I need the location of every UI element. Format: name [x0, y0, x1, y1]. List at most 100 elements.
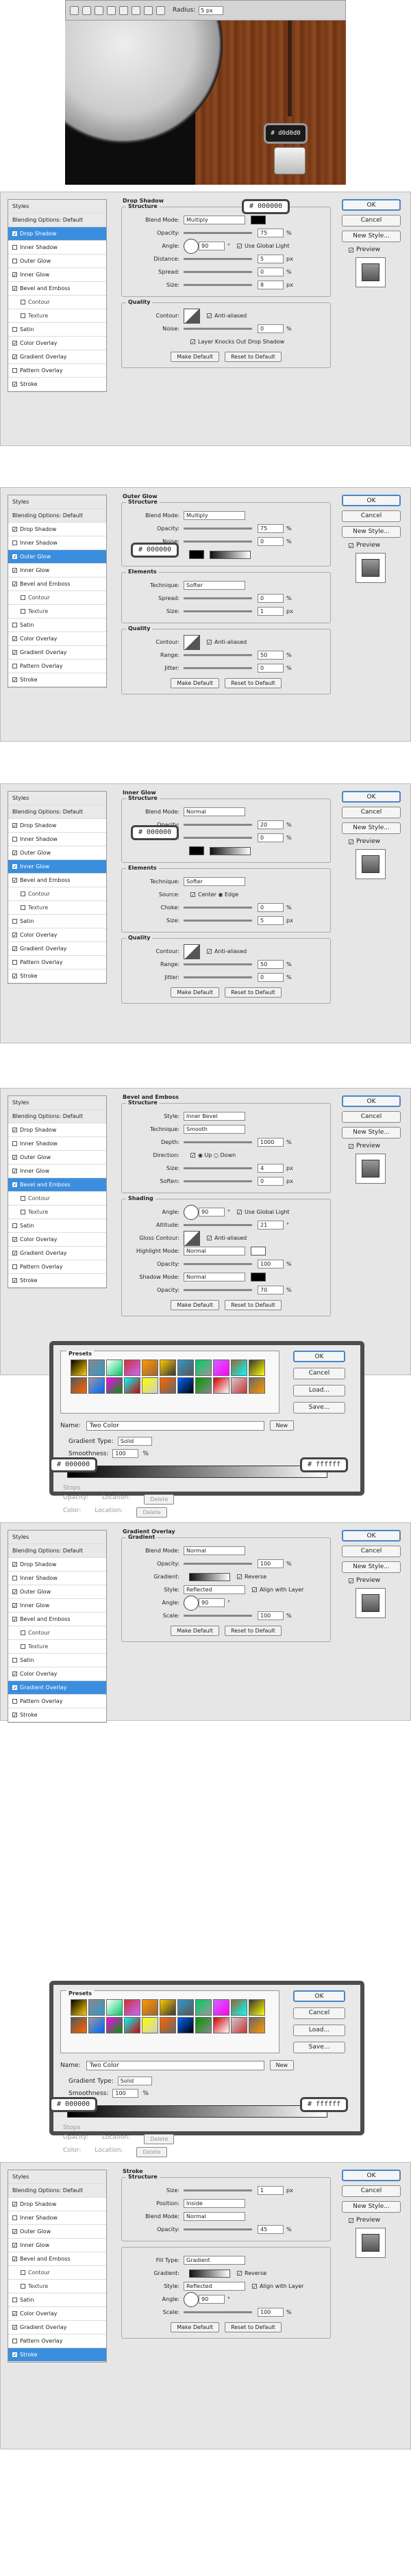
style-item-outer-glow[interactable]: Outer Glow — [8, 2225, 106, 2239]
option-slider[interactable] — [184, 1141, 252, 1143]
gradient-picker[interactable] — [189, 1572, 230, 1581]
style-item-bevel-and-emboss[interactable]: Bevel and Emboss — [8, 282, 106, 296]
style-item-stroke[interactable]: Stroke — [8, 378, 106, 391]
new-style-button[interactable]: New Style... — [342, 2201, 401, 2213]
option-select[interactable]: Inner Bevel — [184, 1112, 245, 1121]
style-checkbox[interactable] — [21, 1630, 25, 1635]
delete-button[interactable]: Delete — [144, 1494, 175, 1505]
style-item-satin[interactable]: Satin — [8, 2293, 106, 2307]
angle-dial-icon[interactable] — [184, 238, 199, 254]
option-value[interactable]: 90 — [199, 1598, 225, 1607]
gradient-preset[interactable] — [142, 2017, 158, 2033]
style-checkbox[interactable] — [12, 286, 17, 291]
pen-icon[interactable] — [95, 5, 103, 15]
gradient-preset[interactable] — [177, 1377, 194, 1394]
style-checkbox[interactable] — [21, 1210, 25, 1214]
option-checkbox[interactable]: ◉ Up ○ Down — [190, 1152, 236, 1158]
option-select[interactable]: Softer — [184, 877, 245, 886]
style-checkbox[interactable] — [12, 327, 17, 332]
option-checkbox[interactable]: Use Global Light — [237, 1209, 290, 1215]
style-item-gradient-overlay[interactable]: Gradient Overlay — [8, 2321, 106, 2334]
style-item-contour[interactable]: Contour — [8, 296, 106, 309]
style-checkbox[interactable] — [12, 1155, 17, 1160]
gradient-preset[interactable] — [124, 1999, 140, 2016]
color-swatch[interactable] — [251, 1273, 266, 1282]
option-value[interactable]: 5 — [258, 916, 284, 925]
style-item-drop-shadow[interactable]: Drop Shadow — [8, 1123, 106, 1137]
style-item-pattern-overlay[interactable]: Pattern Overlay — [8, 2334, 106, 2348]
style-item-inner-shadow[interactable]: Inner Shadow — [8, 1137, 106, 1151]
style-checkbox[interactable] — [12, 864, 17, 869]
option-value[interactable]: 5 — [258, 255, 284, 263]
style-checkbox[interactable] — [12, 2352, 17, 2357]
option-value[interactable]: 8 — [258, 281, 284, 289]
make-default-button[interactable]: Make Default — [171, 1300, 220, 1310]
option-slider[interactable] — [184, 232, 252, 234]
gradient-preset[interactable] — [142, 1999, 158, 2016]
style-item-contour[interactable]: Contour — [8, 591, 106, 605]
option-checkbox[interactable]: Reverse — [237, 2270, 266, 2276]
checkbox-icon[interactable] — [237, 2271, 242, 2276]
style-item-drop-shadow[interactable]: Drop Shadow — [8, 819, 106, 833]
style-item-satin[interactable]: Satin — [8, 915, 106, 928]
option-value[interactable]: 0 — [258, 324, 284, 333]
color-swatch[interactable] — [251, 1247, 266, 1256]
gradient-preset[interactable] — [213, 1377, 229, 1394]
option-value[interactable]: 4 — [258, 1164, 284, 1173]
option-slider[interactable] — [184, 1224, 252, 1226]
gradient-preset[interactable] — [124, 1377, 140, 1394]
style-item-satin[interactable]: Satin — [8, 619, 106, 632]
style-checkbox[interactable] — [21, 905, 25, 910]
gradient-preset[interactable] — [213, 1999, 229, 2016]
style-item-color-overlay[interactable]: Color Overlay — [8, 1667, 106, 1681]
save-button[interactable]: Save... — [293, 1402, 345, 1414]
checkbox-icon[interactable] — [349, 1578, 353, 1583]
option-value[interactable]: 50 — [258, 960, 284, 969]
option-select[interactable]: Normal — [184, 1546, 245, 1555]
style-checkbox[interactable] — [12, 664, 17, 668]
style-item-gradient-overlay[interactable]: Gradient Overlay — [8, 1681, 106, 1695]
new-style-button[interactable]: New Style... — [342, 526, 401, 538]
smoothness-input[interactable]: 100 — [112, 1449, 139, 1458]
new-style-button[interactable]: New Style... — [342, 1127, 401, 1139]
option-slider[interactable] — [184, 2228, 252, 2230]
option-value[interactable]: 0 — [258, 664, 284, 673]
delete-button[interactable]: Delete — [136, 1507, 167, 1518]
style-checkbox[interactable] — [21, 609, 25, 614]
gradient-preset[interactable] — [249, 1377, 265, 1394]
style-item-outer-glow[interactable]: Outer Glow — [8, 1585, 106, 1599]
ok-button[interactable]: OK — [342, 1530, 401, 1541]
option-checkbox[interactable]: Layer Knocks Out Drop Shadow — [190, 339, 284, 345]
style-checkbox[interactable] — [12, 636, 17, 641]
contour-picker[interactable] — [184, 634, 200, 650]
style-item-outer-glow[interactable]: Outer Glow — [8, 846, 106, 860]
style-checkbox[interactable] — [21, 1644, 25, 1649]
custom-shape-icon[interactable] — [156, 5, 165, 15]
style-item-bevel-and-emboss[interactable]: Bevel and Emboss — [8, 577, 106, 591]
ellipse-icon[interactable] — [119, 5, 128, 15]
style-checkbox[interactable] — [12, 823, 17, 828]
style-item-drop-shadow[interactable]: Drop Shadow — [8, 2198, 106, 2211]
gradient-preset[interactable] — [177, 1999, 194, 2016]
style-checkbox[interactable] — [12, 2202, 17, 2207]
ok-button[interactable]: OK — [342, 495, 401, 506]
option-select[interactable]: Multiply — [184, 216, 245, 224]
new-button[interactable]: New — [269, 1420, 295, 1431]
gradient-preset[interactable] — [213, 1359, 229, 1376]
style-item-color-overlay[interactable]: Color Overlay — [8, 632, 106, 646]
gradient-preset[interactable] — [249, 2017, 265, 2033]
angle-dial-icon[interactable] — [184, 2291, 199, 2307]
style-checkbox[interactable] — [12, 2298, 17, 2302]
rectangle-icon[interactable] — [107, 5, 116, 15]
style-checkbox[interactable] — [21, 2270, 25, 2275]
style-item-contour[interactable]: Contour — [8, 2266, 106, 2280]
smoothness-input[interactable]: 100 — [112, 2089, 139, 2098]
cancel-button[interactable]: Cancel — [342, 510, 401, 522]
style-item-pattern-overlay[interactable]: Pattern Overlay — [8, 660, 106, 673]
cancel-button[interactable]: Cancel — [342, 1111, 401, 1123]
style-checkbox[interactable] — [12, 1658, 17, 1663]
option-checkbox[interactable]: Anti-aliased — [207, 639, 247, 645]
option-checkbox[interactable]: Align with Layer — [252, 2283, 303, 2289]
option-checkbox[interactable]: Anti-aliased — [207, 948, 247, 954]
make-default-button[interactable]: Make Default — [171, 678, 220, 688]
